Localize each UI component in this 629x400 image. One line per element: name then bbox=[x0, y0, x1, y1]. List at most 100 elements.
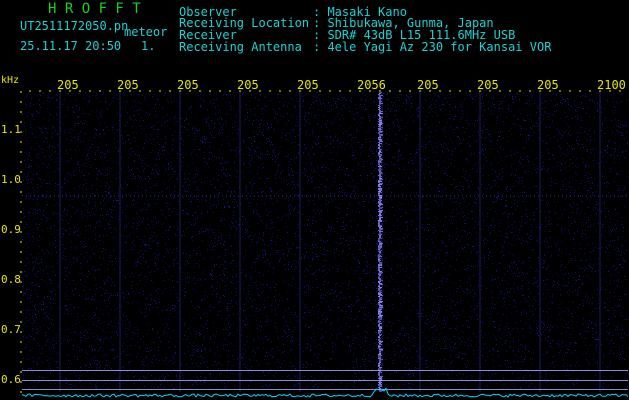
noise-pixel bbox=[23, 294, 24, 295]
noise-pixel bbox=[28, 233, 29, 234]
noise-pixel bbox=[191, 301, 192, 302]
noise-pixel bbox=[372, 173, 373, 174]
noise-pixel bbox=[214, 250, 215, 251]
noise-pixel bbox=[192, 163, 193, 164]
noise-pixel bbox=[132, 302, 133, 303]
noise-pixel bbox=[228, 190, 229, 191]
noise-pixel bbox=[77, 163, 78, 164]
noise-pixel bbox=[26, 198, 27, 199]
noise-pixel bbox=[108, 264, 109, 265]
noise-pixel bbox=[514, 273, 515, 274]
noise-pixel bbox=[537, 280, 538, 281]
noise-pixel bbox=[355, 240, 356, 241]
noise-pixel bbox=[84, 256, 85, 257]
noise-pixel bbox=[412, 201, 413, 202]
noise-pixel bbox=[235, 302, 236, 303]
noise-pixel bbox=[212, 212, 213, 213]
noise-pixel bbox=[148, 373, 149, 374]
noise-pixel bbox=[231, 369, 232, 370]
noise-pixel bbox=[315, 187, 316, 188]
noise-pixel bbox=[70, 280, 71, 281]
noise-pixel bbox=[314, 96, 315, 97]
noise-pixel bbox=[356, 338, 357, 339]
noise-pixel bbox=[149, 248, 150, 249]
noise-pixel bbox=[231, 292, 232, 293]
noise-pixel bbox=[603, 355, 604, 356]
noise-pixel bbox=[404, 302, 405, 303]
noise-pixel bbox=[149, 241, 150, 242]
noise-pixel bbox=[406, 268, 407, 269]
noise-pixel bbox=[350, 100, 351, 101]
noise-pixel bbox=[202, 299, 203, 300]
noise-pixel bbox=[609, 333, 610, 334]
noise-pixel bbox=[551, 185, 552, 186]
noise-pixel bbox=[178, 228, 179, 229]
noise-pixel bbox=[196, 196, 197, 197]
noise-pixel bbox=[430, 106, 431, 107]
noise-pixel bbox=[452, 301, 453, 302]
noise-pixel bbox=[184, 288, 185, 289]
noise-pixel bbox=[431, 189, 432, 190]
noise-pixel bbox=[158, 258, 159, 259]
noise-pixel bbox=[360, 99, 361, 100]
noise-pixel bbox=[612, 213, 613, 214]
noise-pixel bbox=[595, 258, 596, 259]
noise-pixel bbox=[89, 382, 90, 383]
noise-pixel bbox=[373, 375, 374, 376]
noise-pixel bbox=[135, 105, 136, 106]
noise-pixel bbox=[536, 330, 537, 331]
noise-pixel bbox=[386, 143, 387, 144]
noise-pixel bbox=[621, 224, 622, 225]
noise-pixel bbox=[221, 318, 222, 319]
noise-pixel bbox=[442, 153, 443, 154]
noise-pixel bbox=[388, 351, 389, 352]
noise-pixel bbox=[550, 343, 551, 344]
noise-pixel bbox=[438, 269, 439, 270]
noise-pixel bbox=[306, 305, 307, 306]
noise-pixel bbox=[106, 306, 107, 307]
noise-pixel bbox=[602, 124, 603, 125]
noise-pixel bbox=[211, 275, 212, 276]
noise-pixel bbox=[231, 228, 232, 229]
noise-pixel bbox=[565, 267, 566, 268]
noise-pixel bbox=[461, 300, 462, 301]
noise-pixel bbox=[246, 104, 247, 105]
noise-pixel bbox=[208, 374, 209, 375]
noise-pixel bbox=[110, 341, 111, 342]
noise-pixel bbox=[586, 190, 587, 191]
noise-pixel bbox=[509, 95, 510, 96]
noise-pixel bbox=[466, 206, 467, 207]
noise-pixel bbox=[542, 267, 543, 268]
noise-pixel bbox=[111, 368, 112, 369]
noise-pixel bbox=[551, 302, 552, 303]
noise-pixel bbox=[574, 233, 575, 234]
noise-pixel bbox=[131, 169, 132, 170]
noise-pixel bbox=[538, 125, 539, 126]
noise-pixel bbox=[432, 242, 433, 243]
noise-pixel bbox=[576, 209, 577, 210]
noise-pixel bbox=[290, 341, 291, 342]
noise-pixel bbox=[94, 253, 95, 254]
noise-pixel bbox=[413, 114, 414, 115]
noise-pixel bbox=[246, 317, 247, 318]
noise-pixel bbox=[445, 97, 446, 98]
noise-pixel bbox=[399, 151, 400, 152]
noise-pixel bbox=[97, 193, 98, 194]
noise-pixel bbox=[28, 92, 29, 93]
noise-pixel bbox=[81, 327, 82, 328]
noise-pixel bbox=[79, 167, 80, 168]
noise-pixel bbox=[250, 381, 251, 382]
noise-pixel bbox=[464, 201, 465, 202]
noise-pixel bbox=[393, 210, 394, 211]
noise-pixel bbox=[346, 311, 347, 312]
noise-pixel bbox=[579, 304, 580, 305]
noise-pixel bbox=[362, 291, 363, 292]
noise-pixel bbox=[552, 182, 553, 183]
noise-pixel bbox=[461, 143, 462, 144]
noise-pixel bbox=[463, 332, 464, 333]
noise-pixel bbox=[368, 210, 369, 211]
noise-pixel bbox=[204, 138, 205, 139]
noise-pixel bbox=[454, 160, 455, 161]
noise-pixel bbox=[342, 192, 343, 193]
noise-pixel bbox=[523, 240, 524, 241]
